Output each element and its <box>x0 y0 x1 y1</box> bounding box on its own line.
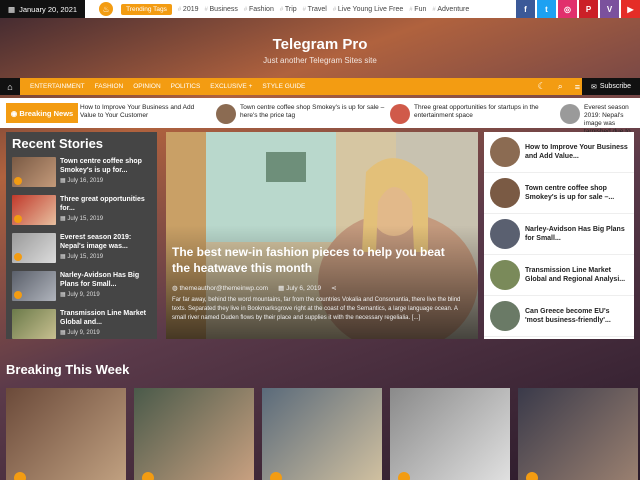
dark-mode-icon[interactable]: ☾ <box>538 81 546 92</box>
ticker-item[interactable]: Three great opportunities for startups i… <box>390 104 562 124</box>
nav-item-entertainment[interactable]: ENTERTAINMENT <box>30 83 85 90</box>
youtube-icon[interactable]: ▶ <box>621 0 640 18</box>
story-thumbnail <box>490 301 520 331</box>
list-item[interactable]: Town centre coffee shop Smokey's is up f… <box>12 157 151 195</box>
featured-article[interactable]: The best new-in fashion pieces to help y… <box>166 132 478 339</box>
list-item[interactable]: Transmission Line Market Global and... ▦ … <box>12 309 151 347</box>
current-date: January 20, 2021 <box>19 4 78 14</box>
list-item[interactable]: Everest season 2019: Nepal's image was..… <box>12 233 151 271</box>
story-thumbnail <box>490 178 520 208</box>
nav-item-fashion[interactable]: FASHION <box>95 83 124 90</box>
top-bar: ▦ January 20, 2021 ♨ Trending Tags 2019 … <box>0 0 640 18</box>
plus-icon: + <box>248 83 253 90</box>
story-card[interactable] <box>134 388 254 480</box>
tag-link[interactable]: Trip <box>280 6 297 13</box>
list-item[interactable]: Transmission Line Market Global and Regi… <box>484 255 634 296</box>
social-links: f t ◎ P V ▶ <box>514 0 640 18</box>
share-icon[interactable]: ⋖ <box>331 284 336 292</box>
nav-item-exclusive[interactable]: EXCLUSIVE + <box>210 83 252 90</box>
facebook-icon[interactable]: f <box>516 0 535 18</box>
right-story-list: How to Improve Your Business and Add Val… <box>484 132 634 339</box>
subscribe-button[interactable]: ✉ Subscribe <box>582 78 640 95</box>
tag-link[interactable]: Adventure <box>432 6 469 13</box>
flame-icon: ♨ <box>99 2 114 16</box>
story-thumbnail <box>490 219 520 249</box>
viber-icon[interactable]: V <box>600 0 619 18</box>
tag-link[interactable]: Travel <box>303 6 327 13</box>
recent-stories: Recent Stories Town centre coffee shop S… <box>6 132 157 339</box>
twitter-icon[interactable]: t <box>537 0 556 18</box>
nav-item-politics[interactable]: POLITICS <box>171 83 201 90</box>
story-thumbnail <box>12 195 56 225</box>
instagram-icon[interactable]: ◎ <box>558 0 577 18</box>
tag-link[interactable]: Fun <box>409 6 426 13</box>
trending-tags-label: Trending Tags <box>121 3 172 15</box>
tag-link[interactable]: Live Young Live Free <box>333 6 403 13</box>
main-nav: ⌂ ENTERTAINMENT FASHION OPINION POLITICS… <box>0 78 640 95</box>
date-display: ▦ January 20, 2021 <box>0 0 86 18</box>
list-item[interactable]: Narley-Avidson Has Big Plans for Small..… <box>12 271 151 309</box>
breaking-this-week-heading: Breaking This Week <box>6 362 130 377</box>
ticker-thumbnail <box>390 104 410 124</box>
trending-tags: 2019 Business Fashion Trip Travel Live Y… <box>178 6 469 13</box>
menu-icon[interactable]: ≡ <box>575 82 580 92</box>
story-thumbnail <box>12 271 56 301</box>
list-item[interactable]: Three great opportunities for... ▦ July 1… <box>12 195 151 233</box>
calendar-icon: ▦ <box>8 4 16 14</box>
featured-excerpt: Far far away, behind the word mountains,… <box>172 297 461 321</box>
site-tagline: Just another Telegram Sites site <box>263 56 377 65</box>
breaking-this-week-cards <box>6 388 638 480</box>
featured-author[interactable]: themeauthor@themeinwp.com <box>179 285 268 292</box>
breaking-news-ticker: ◉ Breaking News How to Improve Your Busi… <box>0 98 640 135</box>
story-card[interactable] <box>518 388 638 480</box>
nav-item-style-guide[interactable]: STYLE GUIDE <box>262 83 305 90</box>
bolt-icon: ◉ <box>10 108 20 118</box>
featured-meta: ◍ themeauthor@themeinwp.com ▦ July 6, 20… <box>172 284 337 292</box>
search-icon[interactable]: ⌕ <box>558 81 563 92</box>
site-title[interactable]: Telegram Pro <box>0 36 640 53</box>
calendar-icon: ▦ <box>278 285 287 292</box>
story-card[interactable] <box>6 388 126 480</box>
breaking-news-label: ◉ Breaking News <box>6 103 78 123</box>
list-item[interactable]: Narley-Avidson Has Big Plans for Small..… <box>484 214 634 255</box>
story-card[interactable] <box>390 388 510 480</box>
pinterest-icon[interactable]: P <box>579 0 598 18</box>
ticker-item[interactable]: How to Improve Your Business and Add Val… <box>80 104 210 120</box>
tag-link[interactable]: Fashion <box>244 6 274 13</box>
tag-link[interactable]: Business <box>205 6 238 13</box>
story-thumbnail <box>490 260 520 290</box>
story-thumbnail <box>12 157 56 187</box>
story-card[interactable] <box>262 388 382 480</box>
nav-item-opinion[interactable]: OPINION <box>133 83 160 90</box>
featured-title[interactable]: The best new-in fashion pieces to help y… <box>172 244 462 276</box>
list-item[interactable]: Can Greece become EU's 'most business-fr… <box>484 296 634 337</box>
ticker-item[interactable]: Town centre coffee shop Smokey's is up f… <box>216 104 388 124</box>
story-thumbnail <box>490 137 520 167</box>
recent-stories-heading: Recent Stories <box>12 136 104 151</box>
home-icon[interactable]: ⌂ <box>0 78 20 95</box>
tag-link[interactable]: 2019 <box>178 6 199 13</box>
mail-icon: ✉ <box>590 83 597 91</box>
story-thumbnail <box>12 233 56 263</box>
story-thumbnail <box>12 309 56 339</box>
list-item[interactable]: How to Improve Your Business and Add Val… <box>484 132 634 173</box>
ticker-thumbnail <box>560 104 580 124</box>
ticker-thumbnail <box>216 104 236 124</box>
featured-date: July 6, 2019 <box>286 285 322 292</box>
list-item[interactable]: Town centre coffee shop Smokey's is up f… <box>484 173 634 214</box>
